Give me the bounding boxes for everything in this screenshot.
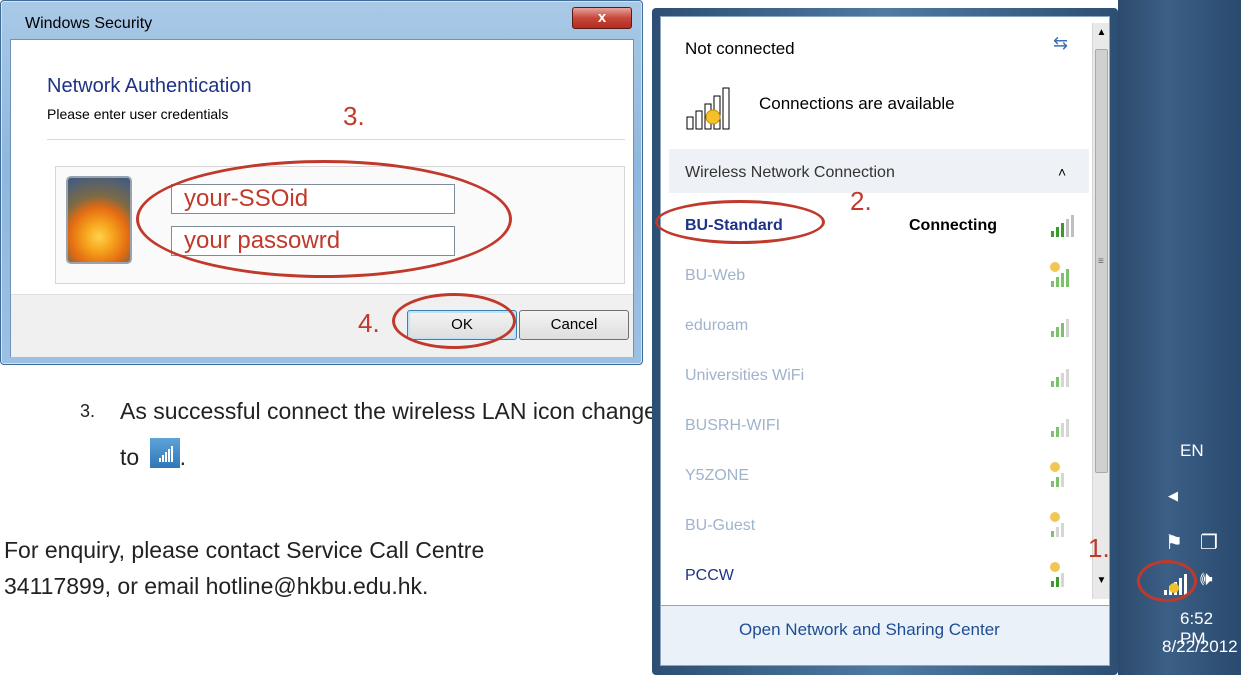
clock-date[interactable]: 8/22/2012 (1162, 637, 1238, 657)
network-name: BU-Guest (685, 517, 756, 534)
network-item[interactable]: Y5ZONE (685, 457, 1075, 497)
action-center-flag-icon[interactable]: ⚑ (1165, 530, 1183, 555)
network-name: PCCW (685, 567, 734, 584)
chevron-up-icon[interactable]: ˄ (1058, 164, 1066, 180)
scroll-down-icon[interactable]: ▼ (1093, 575, 1110, 586)
network-item[interactable]: BUSRH-WIFI (685, 407, 1075, 447)
enquiry-text: For enquiry, please contact Service Call… (4, 532, 644, 604)
close-button[interactable]: x (572, 7, 632, 29)
annotation-ring-ok (392, 293, 516, 349)
network-item[interactable]: eduroam (685, 307, 1075, 347)
flyout-footer: Open Network and Sharing Center (660, 606, 1110, 666)
instruction-step-body: As successful connect the wireless LAN i… (120, 398, 657, 470)
dialog-title: Windows Security (25, 15, 153, 32)
user-avatar (66, 176, 132, 264)
network-name: Y5ZONE (685, 467, 750, 484)
show-hidden-icons-icon[interactable]: ◀ (1168, 488, 1178, 504)
connection-status: Not connected (685, 39, 795, 58)
network-status: Connecting (909, 217, 997, 234)
dialog-subheading: Please enter user credentials (47, 106, 229, 122)
scrollbar-thumb[interactable]: ≡ (1095, 49, 1108, 473)
wifi-signal-icon (1049, 461, 1077, 489)
screenshot-canvas: Windows Security x Network Authenticatio… (0, 0, 1241, 675)
annotation-step-4: 4. (358, 308, 380, 338)
network-item[interactable]: BU-Guest (685, 507, 1075, 547)
network-flyout: Not connected ⇆ Connections are availabl… (660, 16, 1110, 606)
open-network-center-link[interactable]: Open Network and Sharing Center (739, 620, 1000, 640)
scroll-up-icon[interactable]: ▲ (1093, 27, 1110, 38)
wifi-signal-icon (1049, 311, 1077, 339)
grip-icon: ≡ (1098, 256, 1104, 267)
language-indicator[interactable]: EN (1180, 441, 1204, 461)
wifi-signal-icon (149, 438, 180, 468)
network-item[interactable]: BU-Web (685, 257, 1075, 297)
speaker-icon[interactable]: 🕪 (1200, 568, 1213, 591)
wifi-signal-icon (1049, 411, 1077, 439)
instruction-step-text: As successful connect the wireless LAN i… (120, 398, 657, 470)
network-item[interactable]: Universities WiFi (685, 357, 1075, 397)
annotation-step-1: 1. (1088, 533, 1110, 563)
wifi-signal-icon (1049, 361, 1077, 389)
wifi-signal-icon (685, 87, 739, 131)
section-header-label: Wireless Network Connection (685, 164, 895, 181)
wifi-signal-icon (1049, 561, 1077, 589)
dialog-heading: Network Authentication (47, 75, 252, 97)
network-name: Universities WiFi (685, 367, 805, 384)
enquiry-line-2: 34117899, or email hotline@hkbu.edu.hk. (4, 573, 429, 599)
scrollbar[interactable]: ▲ ≡ ▼ (1092, 23, 1109, 599)
cancel-button[interactable]: Cancel (519, 310, 629, 340)
instruction-step-number: 3. (80, 401, 96, 421)
network-name: BUSRH-WIFI (685, 417, 781, 434)
network-name: eduroam (685, 317, 749, 334)
refresh-icon[interactable]: ⇆ (1053, 33, 1068, 54)
network-item[interactable]: PCCW (685, 557, 1075, 597)
annotation-ring-bu-standard (655, 200, 825, 244)
connections-available-label: Connections are available (759, 94, 955, 113)
divider (47, 139, 625, 140)
wifi-signal-icon (1049, 261, 1077, 289)
wifi-signal-icon (1049, 211, 1077, 239)
dialog-footer: OK Cancel (11, 294, 633, 357)
wifi-signal-icon (1049, 511, 1077, 539)
annotation-ring-network-icon (1137, 560, 1197, 602)
annotation-ring-credentials (136, 160, 512, 278)
enquiry-line-1: For enquiry, please contact Service Call… (4, 537, 485, 563)
annotation-step-3: 3. (343, 101, 365, 131)
network-name: BU-Web (685, 267, 746, 284)
annotation-step-2: 2. (850, 186, 872, 216)
clipboard-icon[interactable]: ❐ (1200, 530, 1218, 555)
